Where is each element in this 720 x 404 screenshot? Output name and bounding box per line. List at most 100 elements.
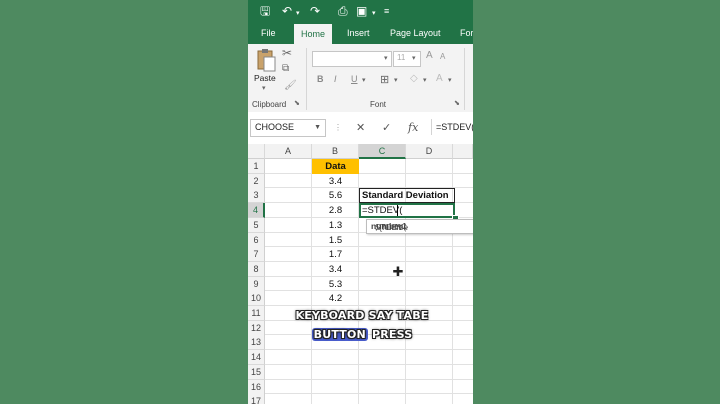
gridline [265,290,473,292]
cell-b5[interactable]: 1.3 [312,218,359,233]
gridline [265,260,473,262]
font-color-icon[interactable]: A [436,73,443,84]
confirm-entry-icon[interactable]: ✓ [382,121,391,134]
column-header-d[interactable]: D [406,144,453,159]
gridline [265,172,473,174]
gridline [265,363,473,365]
row-header-10[interactable]: 10 [248,291,265,307]
save-icon[interactable]: 🖫 [260,3,270,19]
cell-b4[interactable]: 2.8 [312,203,359,218]
ribbon-home: Paste ▾ ✂ ⧉ 🖌 Clipboard ⬊ ▾ 11 ▾ A A B I… [248,44,473,113]
borders-icon[interactable]: ⊞ [380,73,389,86]
font-size-dropdown-icon[interactable]: ▾ [412,54,416,62]
row-header-14[interactable]: 14 [248,350,265,366]
cell-b3[interactable]: 5.6 [312,188,359,203]
row-header-12[interactable]: 12 [248,320,265,336]
row-header-8[interactable]: 8 [248,261,265,277]
function-tooltip: STDEV(number1, [numbe [366,219,473,234]
cell-b6[interactable]: 1.5 [312,233,359,248]
name-box-dropdown-icon[interactable]: ▼ [314,124,321,131]
name-box[interactable]: CHOOSE ▼ [250,119,326,137]
paste-icon[interactable] [256,48,276,72]
underline-button[interactable]: U [351,74,358,84]
cut-icon[interactable]: ✂ [282,46,292,60]
tab-page-layout[interactable]: Page Layout [390,22,441,44]
borders-dropdown-icon[interactable]: ▾ [394,76,398,84]
tab-insert[interactable]: Insert [347,22,370,44]
row-header-9[interactable]: 9 [248,276,265,292]
row-header-4[interactable]: 4 [248,203,265,219]
italic-button[interactable]: I [334,74,337,84]
row-header-16[interactable]: 16 [248,379,265,395]
format-painter-icon[interactable]: 🖌 [284,80,297,91]
select-all-corner[interactable] [248,144,265,159]
insert-function-icon[interactable]: fx [408,121,418,134]
formula-bar: CHOOSE ▼ ⋮ ✕ ✓ fx =STDEV( [248,112,473,145]
clipboard-launcher-icon[interactable]: ⬊ [294,99,300,107]
print-preview-icon[interactable]: ⎙ [338,3,348,19]
bold-button[interactable]: B [317,74,324,84]
cell-b1[interactable]: Data [312,159,359,174]
increase-font-icon[interactable]: A [426,50,433,61]
formula-input[interactable]: =STDEV( [431,119,473,135]
text-cursor [397,205,398,216]
touch-mode-icon[interactable]: ▣ [356,3,367,19]
row-header-5[interactable]: 5 [248,217,265,233]
cell-b8[interactable]: 3.4 [312,262,359,277]
gridline [265,393,473,395]
font-name-dropdown-icon[interactable]: ▾ [384,54,388,62]
mouse-cursor-icon: ✚ [392,264,404,279]
worksheet-grid[interactable]: A B C D 1 2 3 4 5 6 7 8 9 10 11 12 13 14 15 16 17 Data 3… [248,144,473,404]
column-header-b[interactable]: B [312,144,359,159]
cell-b7[interactable]: 1.7 [312,247,359,262]
fill-color-dropdown-icon[interactable]: ▾ [423,76,427,84]
row-header-13[interactable]: 13 [248,335,265,351]
touch-dropdown-icon[interactable]: ▾ [372,6,376,22]
underline-dropdown-icon[interactable]: ▾ [362,76,366,84]
row-header-15[interactable]: 15 [248,364,265,380]
caption-line-2: BUTTON PRESS [282,325,442,344]
font-size-box[interactable]: 11 [393,51,421,67]
font-color-dropdown-icon[interactable]: ▾ [448,76,452,84]
decrease-font-icon[interactable]: A [440,52,445,61]
cell-b10[interactable]: 4.2 [312,291,359,306]
excel-window: 🖫 ↶ ▾ ↷ ⎙ ▣ ▾ ≡ File Home Insert Page La… [248,0,473,404]
column-header-c[interactable]: C [359,144,406,159]
cancel-entry-icon[interactable]: ✕ [356,121,365,134]
caption-line-2-rest: PRESS [367,328,413,341]
cell-b2[interactable]: 3.4 [312,174,359,189]
font-size-value: 11 [397,53,406,62]
paste-dropdown-icon[interactable]: ▾ [262,84,266,92]
fill-color-icon[interactable]: ◇ [410,73,418,84]
row-header-7[interactable]: 7 [248,247,265,263]
row-header-11[interactable]: 11 [248,306,265,321]
column-header-a[interactable]: A [265,144,312,159]
formula-bar-grip-icon: ⋮ [334,123,342,132]
tab-home[interactable]: Home [294,24,333,44]
group-separator [464,48,465,110]
gridline [265,246,473,248]
tab-formulas[interactable]: For [460,22,473,44]
font-launcher-icon[interactable]: ⬊ [454,99,460,107]
undo-dropdown-icon[interactable]: ▾ [296,6,300,22]
row-header-2[interactable]: 2 [248,173,265,189]
row-header-6[interactable]: 6 [248,232,265,248]
cell-c3[interactable]: Standard Deviation [362,188,449,203]
row-header-3[interactable]: 3 [248,188,265,204]
row-header-17[interactable]: 17 [248,394,265,404]
tooltip-rest: , [numbe [375,222,409,232]
paste-label[interactable]: Paste [254,73,276,83]
gridline [265,378,473,380]
copy-icon[interactable]: ⧉ [282,63,289,74]
undo-icon[interactable]: ↶ [282,3,292,19]
column-header-e[interactable] [453,144,473,159]
clipboard-group-label: Clipboard [252,100,287,109]
group-separator [306,48,307,110]
caption-line-1: KEYBOARD SAY TABE [295,309,429,322]
font-name-box[interactable] [312,51,392,67]
customize-toolbar-icon[interactable]: ≡ [384,3,389,19]
redo-icon[interactable]: ↷ [310,3,320,19]
cell-b9[interactable]: 5.3 [312,277,359,292]
row-header-1[interactable]: 1 [248,159,265,174]
tab-file[interactable]: File [261,22,276,44]
